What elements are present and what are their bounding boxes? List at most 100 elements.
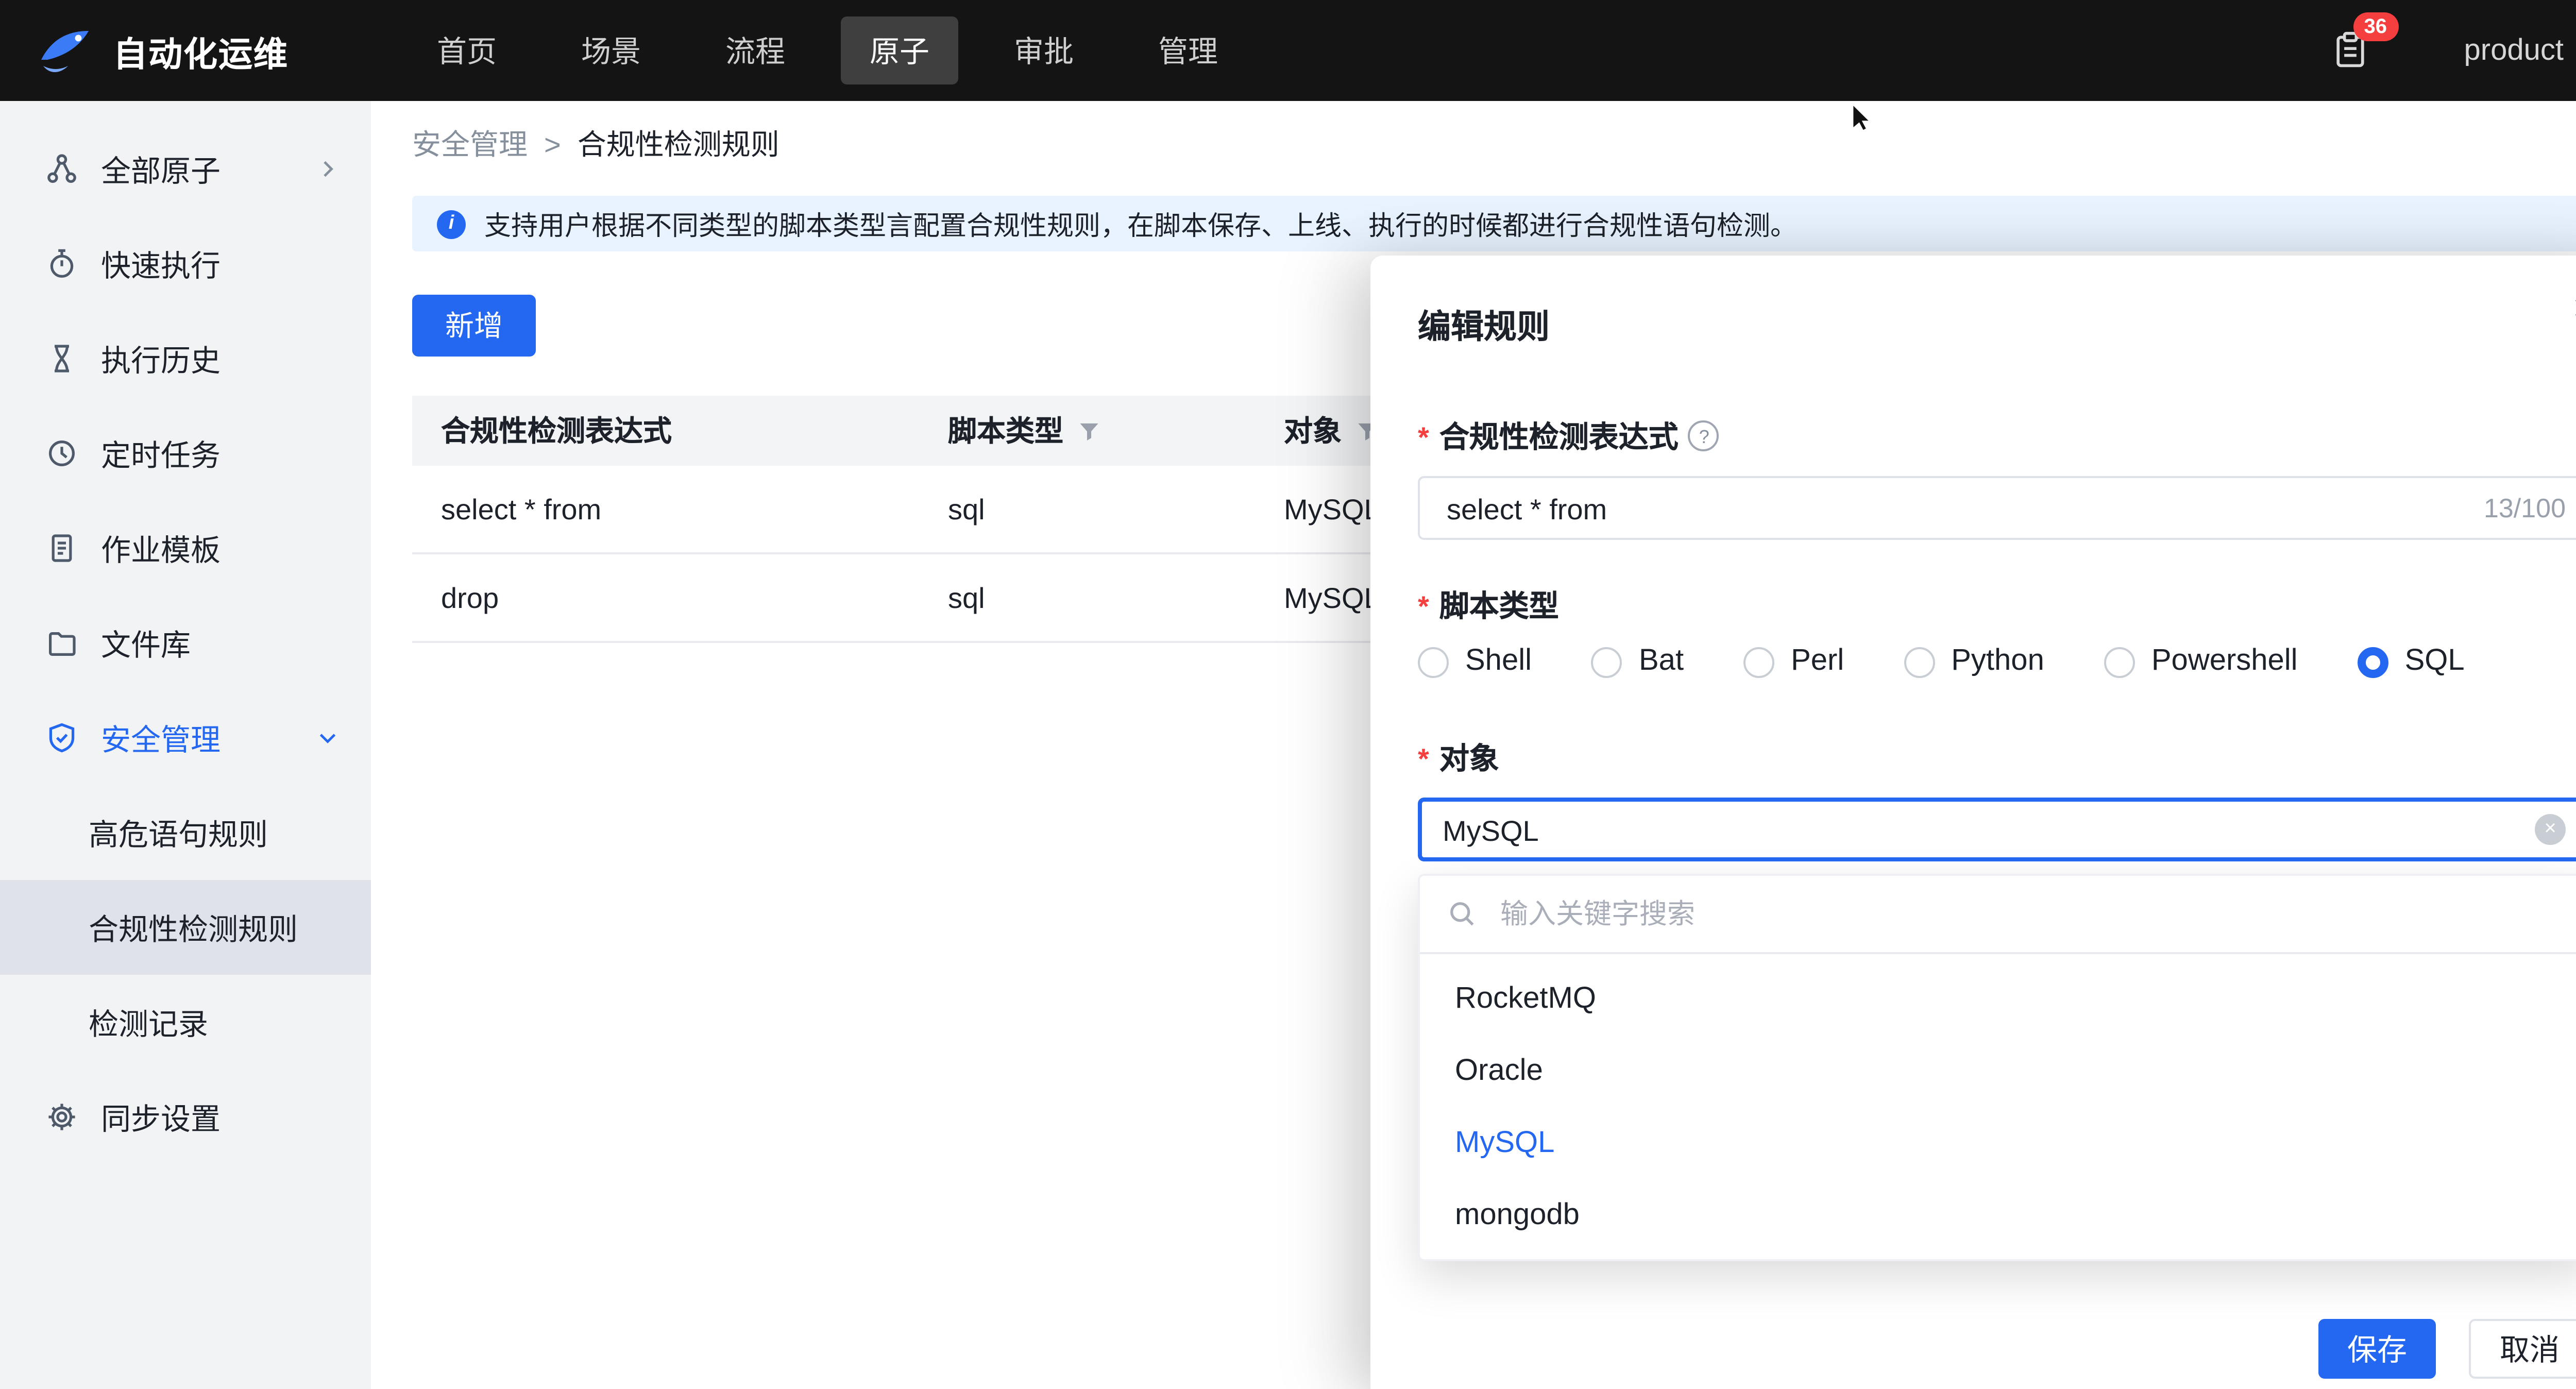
hourglass-icon xyxy=(45,342,78,375)
nav-scenes[interactable]: 场景 xyxy=(552,16,670,84)
char-counter: 13/100 xyxy=(2484,493,2566,523)
chevron-down-icon xyxy=(315,725,340,750)
dropdown-search-input[interactable] xyxy=(1496,896,2562,931)
cell-script-type: sql xyxy=(919,466,1255,552)
cell-expression: select * from xyxy=(412,466,919,552)
sidebar: 全部原子 快速执行 执行历史 xyxy=(0,101,371,1389)
sidebar-item-file-library[interactable]: 文件库 xyxy=(0,596,371,690)
nav-flows[interactable]: 流程 xyxy=(697,16,814,84)
search-icon xyxy=(1447,899,1478,929)
info-banner: i 支持用户根据不同类型的脚本类型言配置合规性规则，在脚本保存、上线、执行的时候… xyxy=(412,196,2576,251)
sidebar-item-security-management[interactable]: 安全管理 xyxy=(0,690,371,785)
table-header-expression: 合规性检测表达式 xyxy=(412,396,919,466)
sidebar-item-all-atoms[interactable]: 全部原子 xyxy=(0,122,371,216)
radio-python[interactable]: Python xyxy=(1904,645,2044,678)
primary-nav: 首页 场景 流程 原子 审批 管理 xyxy=(408,16,1247,84)
radio-shell[interactable]: Shell xyxy=(1418,645,1532,678)
sidebar-item-label: 执行历史 xyxy=(101,337,221,380)
radio-circle[interactable] xyxy=(1418,646,1449,677)
account-menu[interactable]: product xyxy=(2464,34,2576,67)
notification-button[interactable]: 36 xyxy=(2330,31,2369,70)
radio-circle[interactable] xyxy=(1904,646,1935,677)
document-icon xyxy=(45,532,78,565)
cancel-button[interactable]: 取消 xyxy=(2469,1319,2576,1379)
nav-atoms[interactable]: 原子 xyxy=(841,16,958,84)
breadcrumb-current: 合规性检测规则 xyxy=(578,124,779,165)
expression-field-label: * 合规性检测表达式 ? xyxy=(1418,414,2576,458)
sidebar-item-label: 同步设置 xyxy=(101,1095,221,1139)
target-dropdown: RocketMQ Oracle MySQL mongodb xyxy=(1418,874,2576,1261)
nav-approvals[interactable]: 审批 xyxy=(985,16,1103,84)
clear-icon[interactable]: × xyxy=(2535,814,2566,845)
cell-expression: drop xyxy=(412,554,919,641)
top-navigation-bar: 自动化运维 首页 场景 流程 原子 审批 管理 36 product xyxy=(0,0,2576,101)
dropdown-search-row xyxy=(1420,876,2576,954)
radio-circle[interactable] xyxy=(1743,646,1774,677)
dropdown-option-mysql[interactable]: MySQL xyxy=(1420,1107,2576,1179)
sidebar-item-sync-settings[interactable]: 同步设置 xyxy=(0,1070,371,1164)
question-circle-icon[interactable]: ? xyxy=(1689,420,1720,451)
expression-input-box: 13/100 xyxy=(1418,476,2576,540)
radio-powershell[interactable]: Powershell xyxy=(2104,645,2298,678)
target-select-value: MySQL xyxy=(1443,813,1539,846)
chevron-right-icon xyxy=(315,157,340,181)
sidebar-subitem-label: 合规性检测规则 xyxy=(89,906,298,949)
folder-icon xyxy=(45,626,78,659)
close-icon[interactable]: × xyxy=(2572,289,2576,330)
breadcrumb: 安全管理 > 合规性检测规则 xyxy=(412,101,2576,188)
dropdown-options: RocketMQ Oracle MySQL mongodb xyxy=(1420,954,2576,1259)
radio-circle-checked[interactable] xyxy=(2358,646,2388,677)
nav-home[interactable]: 首页 xyxy=(408,16,526,84)
sidebar-subitem-label: 检测记录 xyxy=(89,1001,208,1044)
radio-circle[interactable] xyxy=(1591,646,1622,677)
sidebar-item-label: 安全管理 xyxy=(101,716,221,759)
sidebar-item-label: 作业模板 xyxy=(101,527,221,570)
target-field-label: * 对象 xyxy=(1418,736,2576,779)
sidebar-item-job-templates[interactable]: 作业模板 xyxy=(0,501,371,596)
clock-icon xyxy=(45,437,78,470)
breadcrumb-parent[interactable]: 安全管理 xyxy=(412,124,528,165)
radio-bat[interactable]: Bat xyxy=(1591,645,1684,678)
table-header-script-type: 脚本类型 xyxy=(919,396,1255,466)
sidebar-subitem-detection-records[interactable]: 检测记录 xyxy=(0,975,371,1070)
sidebar-subitem-compliance-rules[interactable]: 合规性检测规则 xyxy=(0,880,371,975)
sidebar-item-scheduled-tasks[interactable]: 定时任务 xyxy=(0,406,371,501)
required-asterisk: * xyxy=(1418,741,1429,774)
stopwatch-icon xyxy=(45,247,78,280)
notification-count-badge: 36 xyxy=(2353,12,2399,41)
add-button[interactable]: 新增 xyxy=(412,295,536,357)
filter-icon[interactable] xyxy=(1078,419,1100,442)
breadcrumb-separator: > xyxy=(544,128,561,161)
script-type-field-label: * 脚本类型 xyxy=(1418,583,2576,626)
cell-script-type: sql xyxy=(919,554,1255,641)
sidebar-item-label: 定时任务 xyxy=(101,432,221,475)
network-icon xyxy=(45,153,78,185)
info-banner-text: 支持用户根据不同类型的脚本类型言配置合规性规则，在脚本保存、上线、执行的时候都进… xyxy=(484,204,1797,243)
info-icon: i xyxy=(437,209,466,238)
dropdown-option-rocketmq[interactable]: RocketMQ xyxy=(1420,962,2576,1035)
sidebar-item-execution-history[interactable]: 执行历史 xyxy=(0,311,371,406)
nav-admin[interactable]: 管理 xyxy=(1129,16,1247,84)
save-button[interactable]: 保存 xyxy=(2318,1319,2436,1379)
radio-perl[interactable]: Perl xyxy=(1743,645,1844,678)
sidebar-item-label: 快速执行 xyxy=(101,242,221,285)
required-asterisk: * xyxy=(1418,419,1429,452)
sidebar-item-label: 文件库 xyxy=(101,621,191,665)
mouse-cursor xyxy=(1851,103,1879,132)
edit-rule-modal: 编辑规则 × * 合规性检测表达式 ? 13/100 * 脚本类型 Shell xyxy=(1370,256,2576,1389)
expression-input[interactable] xyxy=(1443,489,2467,527)
app-logo-icon[interactable] xyxy=(37,23,93,78)
target-select[interactable]: MySQL × xyxy=(1418,798,2576,861)
required-asterisk: * xyxy=(1418,588,1429,621)
dropdown-option-mongodb[interactable]: mongodb xyxy=(1420,1179,2576,1251)
sidebar-item-quick-execute[interactable]: 快速执行 xyxy=(0,216,371,311)
sidebar-subitem-label: 高危语句规则 xyxy=(89,811,268,854)
app-root: 自动化运维 首页 场景 流程 原子 审批 管理 36 product xyxy=(0,0,2576,1389)
script-type-radio-group: Shell Bat Perl Python Powershell xyxy=(1418,645,2576,678)
radio-circle[interactable] xyxy=(2104,646,2135,677)
dropdown-option-oracle[interactable]: Oracle xyxy=(1420,1035,2576,1107)
sidebar-subitem-high-risk-rules[interactable]: 高危语句规则 xyxy=(0,785,371,880)
radio-sql[interactable]: SQL xyxy=(2358,645,2465,678)
gear-icon xyxy=(45,1100,78,1133)
modal-footer: 保存 取消 xyxy=(2318,1319,2576,1379)
